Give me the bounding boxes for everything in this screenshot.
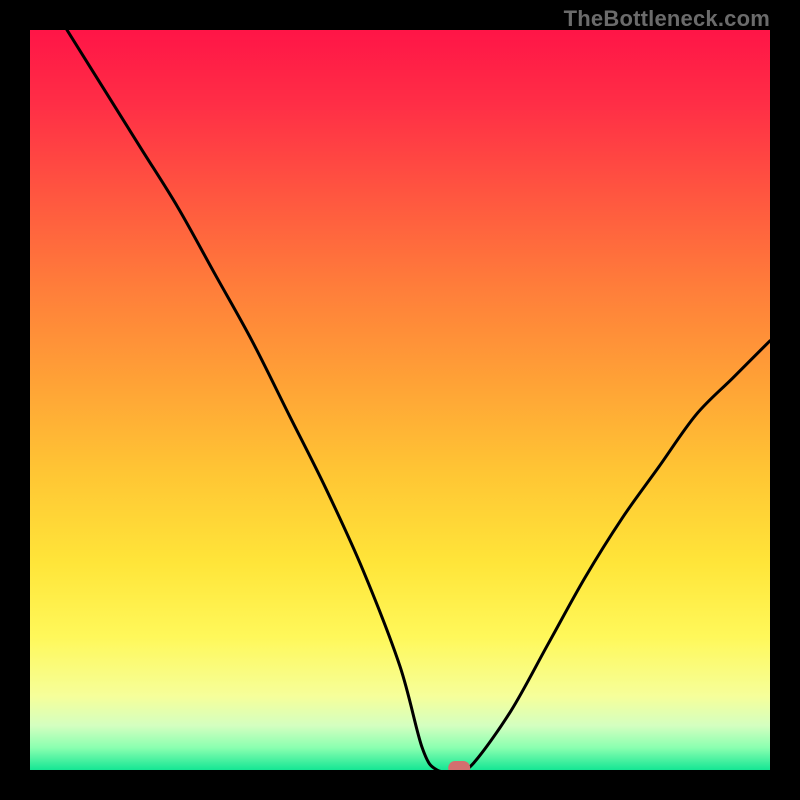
watermark-label: TheBottleneck.com [564,6,770,32]
chart-frame: TheBottleneck.com [0,0,800,800]
plot-area [30,30,770,770]
bottleneck-curve [30,30,770,770]
